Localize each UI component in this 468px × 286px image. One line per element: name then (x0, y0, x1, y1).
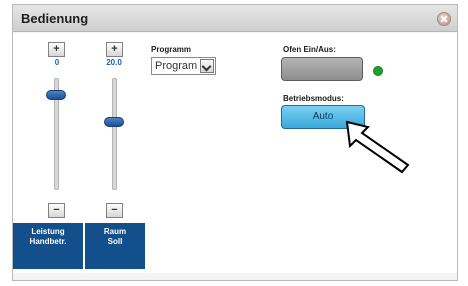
slider-right-thumb[interactable] (104, 116, 124, 127)
slider-left-label: Leistung Handbetr. (13, 223, 83, 269)
slider-right-label-line2: Soll (107, 237, 123, 246)
programm-select-value: Program (155, 60, 198, 72)
slider-right-value: 20.0 (106, 58, 122, 67)
programm-label: Programm (151, 45, 192, 54)
window-titlebar[interactable]: Bedienung (13, 5, 457, 32)
close-icon[interactable] (437, 12, 451, 26)
slider-left-plus-button[interactable]: + (48, 42, 65, 57)
slider-left-minus-button[interactable]: − (48, 203, 65, 218)
slider-right-plus-button[interactable]: + (106, 42, 123, 57)
slider-right-label: Raum Soll (85, 223, 145, 269)
window-title: Bedienung (21, 11, 89, 26)
betriebsmodus-label: Betriebsmodus: (283, 94, 344, 103)
slider-right-track[interactable] (112, 78, 117, 190)
slider-left-label-line2: Handbetr. (29, 237, 67, 246)
slider-left-value: 0 (54, 58, 60, 67)
slider-right-label-line1: Raum (103, 227, 127, 236)
ofen-label: Ofen Ein/Aus: (283, 45, 336, 54)
slider-left-thumb[interactable] (46, 90, 66, 101)
window-content: + 0 − Leistung Handbetr. + 20.0 − Raum S… (13, 33, 457, 273)
pointer-arrow-icon (345, 120, 410, 174)
bedienung-window: Bedienung + 0 − Leistung Handbetr. + 20.… (12, 4, 458, 281)
chevron-down-icon[interactable] (200, 59, 214, 73)
slider-right-minus-button[interactable]: − (106, 203, 123, 218)
ofen-toggle-button[interactable] (281, 57, 363, 81)
programm-select[interactable]: Program (151, 57, 216, 75)
ofen-status-led (373, 66, 383, 76)
slider-left-label-line1: Leistung (31, 227, 65, 236)
